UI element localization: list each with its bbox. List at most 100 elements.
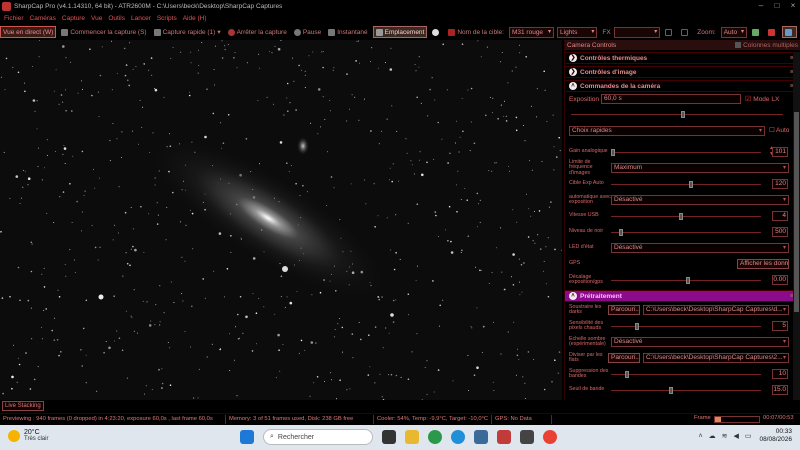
clock-time: 00:33 <box>775 428 792 435</box>
banding-threshold-value[interactable]: 15.0 <box>772 385 788 395</box>
section-camera[interactable]: ˄ Commandes de la caméra ≡ <box>565 80 800 92</box>
speaker-icon[interactable]: ◀ <box>733 432 738 440</box>
usb-speed-slider[interactable] <box>611 213 761 220</box>
exp-offset-slider[interactable] <box>611 277 761 284</box>
weather-widget[interactable]: 20°C Très clair <box>8 429 48 442</box>
black-level-slider[interactable] <box>611 229 761 236</box>
exp-offset-value[interactable]: 0.00 <box>772 275 788 285</box>
section-thermal[interactable]: ❯ Contrôles thermiques ≡ <box>565 52 800 64</box>
target-name-dropdown[interactable]: M31 rouge <box>508 26 555 38</box>
live-view-button[interactable]: Vue en direct (W) <box>0 26 57 38</box>
lx-mode-checkbox[interactable]: ☑ <box>745 95 751 103</box>
auto-exp-target-value[interactable]: 120 <box>772 179 788 189</box>
grid-icon[interactable] <box>679 26 692 38</box>
slider-thumb[interactable] <box>681 111 685 118</box>
app-icon[interactable] <box>520 430 534 444</box>
auto-checkbox[interactable]: ☐ <box>769 126 775 134</box>
frame-type-dropdown[interactable]: Lights <box>557 26 598 38</box>
panel-scrollbar[interactable] <box>793 52 800 400</box>
exp-offset-row: Décalage exposition/gps 0.00 <box>565 272 800 288</box>
quick-pick-dropdown[interactable]: Choix rapides <box>569 126 765 136</box>
file-explorer-icon[interactable] <box>405 430 419 444</box>
flag-icon[interactable] <box>766 26 779 38</box>
clock[interactable]: 00:33 08/08/2026 <box>759 428 792 444</box>
gain-value[interactable]: 101 <box>772 147 788 157</box>
exposure-input[interactable]: 60,0 s <box>601 94 741 104</box>
browse-flats-button[interactable]: Parcouri... <box>608 353 640 363</box>
wifi-icon[interactable]: ≋ <box>722 432 728 440</box>
snapshot-button[interactable]: Instantané <box>326 26 369 38</box>
taskbar-search[interactable]: ⌕ Rechercher <box>263 429 373 445</box>
edge-icon[interactable] <box>451 430 465 444</box>
gain-slider[interactable] <box>611 149 761 156</box>
exposure-slider[interactable] <box>571 111 783 118</box>
stop-capture-button[interactable]: Arrêter la capture <box>226 26 289 38</box>
zoom-dropdown[interactable]: Auto <box>720 26 747 38</box>
section-image[interactable]: ❯ Contrôles d'image ≡ <box>565 66 800 78</box>
chrome-icon[interactable] <box>543 430 557 444</box>
darks-path-dropdown[interactable]: C:\Users\beck\Desktop\SharpCap Captures\… <box>643 305 789 315</box>
close-icon[interactable]: × <box>786 0 800 12</box>
hot-pixel-slider[interactable] <box>611 323 761 330</box>
windows-start-icon[interactable] <box>240 430 254 444</box>
menu-capture[interactable]: Capture <box>62 15 85 22</box>
record-indicator[interactable] <box>430 26 443 38</box>
show-gps-data-button[interactable]: Afficher les donn <box>737 259 789 269</box>
menu-launch[interactable]: Lancer <box>131 15 151 22</box>
dark-scale-label: Echelle sombre (expérimentale) <box>569 335 606 347</box>
banding-threshold-slider[interactable] <box>611 387 761 394</box>
fps-limit-dropdown[interactable]: Maximum <box>611 163 789 173</box>
usb-speed-value[interactable]: 4 <box>772 211 788 221</box>
crosshair-icon[interactable] <box>663 26 676 38</box>
multi-columns-checkbox[interactable]: Colonnes multiples <box>735 42 798 49</box>
banding-suppression-value[interactable]: 10 <box>772 369 788 379</box>
panel-header: Camera Controls Colonnes multiples <box>565 40 800 50</box>
menu-tools[interactable]: Outils <box>108 15 125 22</box>
usb-speed-label: Vitesse USB <box>569 212 599 219</box>
browse-darks-button[interactable]: Parcouri... <box>608 305 640 315</box>
toolbar: Vue en direct (W) Commencer la capture (… <box>0 25 800 39</box>
histogram-icon[interactable] <box>750 26 763 38</box>
xbox-icon[interactable] <box>428 430 442 444</box>
hot-pixel-value[interactable]: 5 <box>772 321 788 331</box>
store-icon[interactable] <box>474 430 488 444</box>
live-stacking-tab[interactable]: Live Stacking <box>2 401 44 411</box>
exposure-row: Exposition 60,0 s ☑ Mode LX <box>565 92 800 106</box>
led-row: LED d'état Désactivé <box>565 240 800 256</box>
start-capture-button[interactable]: Commencer la capture (S) <box>59 26 148 38</box>
menu-scripts[interactable]: Scripts <box>157 15 177 22</box>
section-preprocessing[interactable]: ˄ Prétraitement ≡ <box>565 290 800 302</box>
auto-gain-dropdown[interactable]: Désactivé <box>611 195 789 205</box>
flats-path-dropdown[interactable]: C:\Users\beck\Desktop\SharpCap Captures\… <box>643 353 789 363</box>
sharpcap-icon[interactable] <box>497 430 511 444</box>
led-dropdown[interactable]: Désactivé <box>611 243 789 253</box>
status-bar: Previewing : 940 frames (0 dropped) in 4… <box>0 413 800 424</box>
menu-file[interactable]: Fichier <box>4 15 24 22</box>
image-viewport[interactable] <box>0 40 562 400</box>
battery-icon[interactable]: ▭ <box>745 432 752 440</box>
chevron-down-icon[interactable]: ▾ <box>217 28 220 36</box>
menu-cameras[interactable]: Caméras <box>30 15 56 22</box>
black-level-value[interactable]: 500 <box>772 227 788 237</box>
maximize-icon[interactable]: □ <box>770 0 784 12</box>
quick-pick-row: Choix rapides ☐ Auto <box>565 124 800 138</box>
quick-capture-button[interactable]: Capture rapide (1) ▾ <box>152 26 223 38</box>
menu-help[interactable]: Aide (H) <box>183 15 207 22</box>
zoom-label: Zoom: <box>697 28 716 36</box>
chevron-up-icon[interactable]: ˄ <box>698 433 702 440</box>
weather-temperature: 20°C <box>24 429 40 436</box>
banding-suppression-slider[interactable] <box>611 371 761 378</box>
placement-button[interactable]: Emplacement <box>372 26 428 38</box>
auto-exp-target-slider[interactable] <box>611 181 761 188</box>
menu-view[interactable]: Vue <box>91 15 102 22</box>
fx-dropdown[interactable] <box>613 26 661 38</box>
fps-limit-row: Limite de fréquence d'images Maximum <box>565 159 800 176</box>
pause-button[interactable]: Pause <box>292 26 323 38</box>
dark-scale-dropdown[interactable]: Désactivé <box>611 337 789 347</box>
settings-icon[interactable] <box>782 26 797 38</box>
banding-suppression-label: Suppression des bandes <box>569 367 609 379</box>
cloud-icon[interactable]: ☁ <box>709 432 716 440</box>
minimize-icon[interactable]: – <box>754 0 768 12</box>
task-view-icon[interactable] <box>382 430 396 444</box>
status-cooler: Cooler: 54%, Temp: -9,9°C, Target: -10,0… <box>374 414 492 424</box>
